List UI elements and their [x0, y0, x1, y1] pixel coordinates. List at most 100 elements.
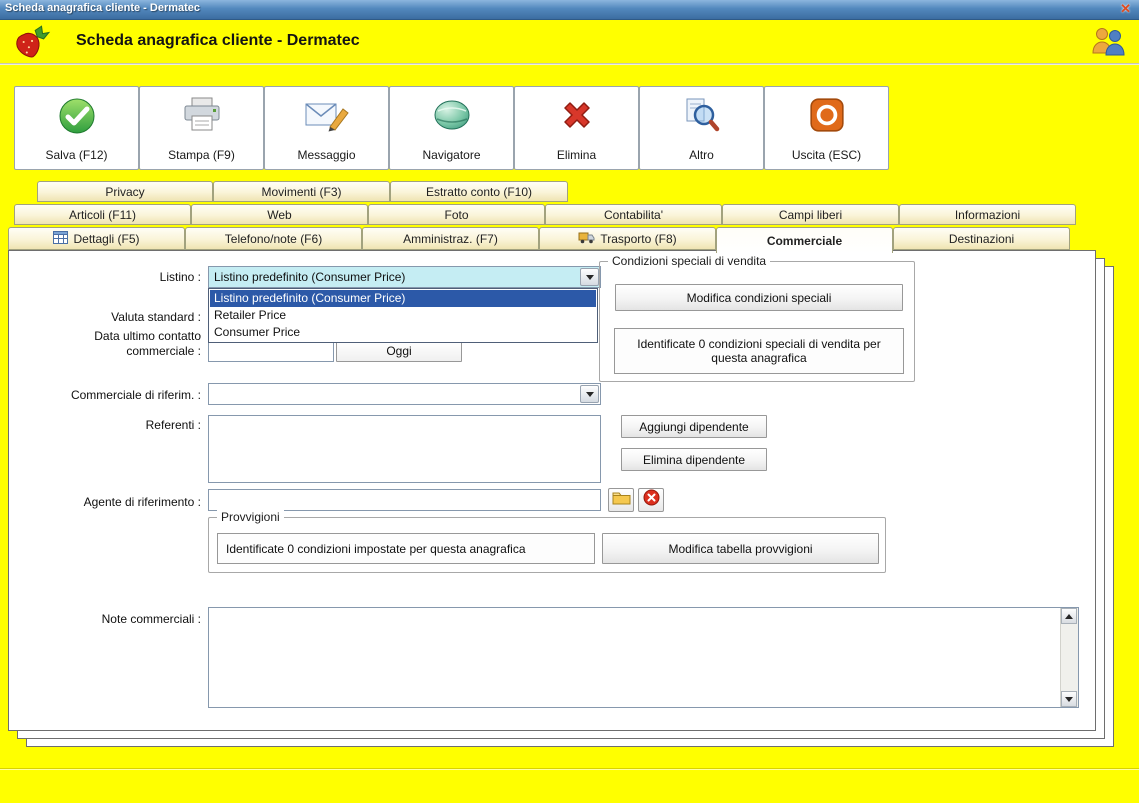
tab-label: Privacy: [105, 184, 145, 199]
listino-option[interactable]: Retailer Price: [210, 307, 596, 324]
tab-destinazioni[interactable]: Destinazioni: [893, 227, 1070, 250]
red-x-circle-icon: [643, 489, 660, 511]
bottom-divider-highlight: [0, 769, 1139, 770]
condizioni-info-box: Identificate 0 condizioni speciali di ve…: [614, 328, 904, 374]
stampa-button[interactable]: Stampa (F9): [139, 86, 264, 170]
tab-movimenti[interactable]: Movimenti (F3): [213, 181, 390, 202]
delete-x-icon: [558, 96, 596, 139]
tab-label: Telefono/note (F6): [224, 231, 323, 246]
tab-label: Web: [267, 207, 292, 222]
toolbar-button-label: Navigatore: [422, 148, 481, 162]
window-title: Scheda anagrafica cliente - Dermatec: [5, 2, 201, 14]
salva-button[interactable]: Salva (F12): [14, 86, 139, 170]
truck-icon: [578, 231, 595, 247]
provvigioni-group-title: Provvigioni: [217, 510, 284, 524]
tab-estratto-conto[interactable]: Estratto conto (F10): [390, 181, 568, 202]
condizioni-group-title: Condizioni speciali di vendita: [608, 254, 771, 268]
altro-button[interactable]: Altro: [639, 86, 764, 170]
data-contatto-label-line1: Data ultimo contatto: [94, 329, 201, 343]
scroll-down-icon[interactable]: [1061, 691, 1077, 707]
provvigioni-info-box: Identificate 0 condizioni impostate per …: [217, 533, 595, 564]
tab-telefono-note[interactable]: Telefono/note (F6): [185, 227, 362, 250]
agente-input[interactable]: [208, 489, 601, 511]
tab-label: Articoli (F11): [68, 207, 137, 222]
aggiungi-dipendente-button[interactable]: Aggiungi dipendente: [621, 415, 767, 438]
referenti-listbox[interactable]: [208, 415, 601, 483]
listino-option[interactable]: Listino predefinito (Consumer Price): [210, 290, 596, 307]
toolbar-button-label: Messaggio: [297, 148, 356, 162]
tab-contabilita[interactable]: Contabilita': [545, 204, 722, 225]
app-window: Scheda anagrafica cliente - Dermatec ✕ S…: [0, 0, 1139, 803]
mail-pen-icon: [304, 96, 350, 139]
note-commerciali-textarea[interactable]: [208, 607, 1079, 708]
tab-label: Destinazioni: [948, 231, 1015, 246]
uscita-button[interactable]: Uscita (ESC): [764, 86, 889, 170]
data-contatto-label: Data ultimo contatto commerciale :: [15, 329, 201, 359]
toolbar: Salva (F12) Stampa (F9) Messaggio Naviga…: [14, 86, 889, 170]
agente-clear-button[interactable]: [638, 488, 664, 512]
tab-commerciale-active[interactable]: Commerciale: [716, 227, 893, 253]
toolbar-button-label: Stampa (F9): [168, 148, 235, 162]
modifica-condizioni-button[interactable]: Modifica condizioni speciali: [615, 284, 903, 311]
oggi-button[interactable]: Oggi: [336, 340, 462, 362]
tab-label: Campi liberi: [778, 207, 843, 222]
tab-label: Dettagli (F5): [73, 231, 140, 246]
commerciale-panel: Listino : Listino predefinito (Consumer …: [8, 250, 1096, 731]
page-title: Scheda anagrafica cliente - Dermatec: [76, 32, 360, 49]
data-contatto-input[interactable]: [208, 340, 334, 362]
modifica-provvigioni-button[interactable]: Modifica tabella provvigioni: [602, 533, 879, 564]
table-icon: [53, 230, 69, 247]
listino-option[interactable]: Consumer Price: [210, 324, 596, 341]
elimina-dipendente-button[interactable]: Elimina dipendente: [621, 448, 767, 471]
tab-web[interactable]: Web: [191, 204, 368, 225]
tab-dettagli[interactable]: Dettagli (F5): [8, 227, 185, 250]
printer-icon: [180, 96, 224, 139]
tab-privacy[interactable]: Privacy: [37, 181, 213, 202]
tab-label: Foto: [444, 207, 469, 222]
tab-label: Estratto conto (F10): [425, 184, 533, 199]
tab-amministraz[interactable]: Amministraz. (F7): [362, 227, 539, 250]
agente-label: Agente di riferimento :: [83, 495, 201, 509]
commerciale-riferimento-combobox[interactable]: [208, 383, 601, 405]
condizioni-groupbox: Condizioni speciali di vendita Modifica …: [599, 254, 915, 382]
header: Scheda anagrafica cliente - Dermatec: [0, 20, 1139, 63]
referenti-label: Referenti :: [145, 418, 201, 432]
elimina-button[interactable]: Elimina: [514, 86, 639, 170]
tab-label: Commerciale: [766, 233, 843, 248]
strawberry-logo-icon: [10, 24, 52, 65]
users-icon[interactable]: [1089, 25, 1127, 62]
provvigioni-groupbox: Provvigioni Identificate 0 condizioni im…: [208, 510, 886, 573]
tab-trasporto[interactable]: Trasporto (F8): [539, 227, 716, 250]
toolbar-button-label: Altro: [689, 148, 714, 162]
chevron-down-icon[interactable]: [580, 268, 599, 286]
scroll-up-icon[interactable]: [1061, 608, 1077, 624]
save-check-icon: [57, 96, 97, 141]
messaggio-button[interactable]: Messaggio: [264, 86, 389, 170]
header-separator: [0, 63, 1139, 65]
tab-campi-liberi[interactable]: Campi liberi: [722, 204, 899, 225]
tab-label: Amministraz. (F7): [403, 231, 498, 246]
chevron-down-icon[interactable]: [580, 385, 599, 403]
valuta-standard-label: Valuta standard :: [111, 310, 201, 324]
navigatore-button[interactable]: Navigatore: [389, 86, 514, 170]
tab-label: Informazioni: [954, 207, 1021, 222]
magnifier-icon: [683, 96, 721, 139]
listino-dropdown-list: Listino predefinito (Consumer Price) Ret…: [208, 288, 598, 343]
tab-foto[interactable]: Foto: [368, 204, 545, 225]
tab-label: Contabilita': [604, 207, 663, 222]
notes-vertical-scrollbar[interactable]: [1060, 608, 1078, 707]
commerciale-riferimento-label: Commerciale di riferim. :: [70, 388, 201, 402]
close-icon[interactable]: ✕: [1120, 1, 1131, 17]
tab-informazioni[interactable]: Informazioni: [899, 204, 1076, 225]
power-icon: [808, 96, 846, 139]
toolbar-button-label: Uscita (ESC): [791, 148, 862, 162]
listino-value: Listino predefinito (Consumer Price): [214, 270, 406, 284]
titlebar[interactable]: Scheda anagrafica cliente - Dermatec ✕: [0, 0, 1139, 20]
tab-articoli[interactable]: Articoli (F11): [14, 204, 191, 225]
note-commerciali-label: Note commerciali :: [101, 612, 201, 626]
tab-label: Trasporto (F8): [600, 231, 677, 246]
toolbar-button-label: Salva (F12): [45, 148, 108, 162]
listino-label: Listino :: [159, 270, 201, 284]
agente-folder-button[interactable]: [608, 488, 634, 512]
listino-combobox[interactable]: Listino predefinito (Consumer Price): [208, 266, 601, 288]
